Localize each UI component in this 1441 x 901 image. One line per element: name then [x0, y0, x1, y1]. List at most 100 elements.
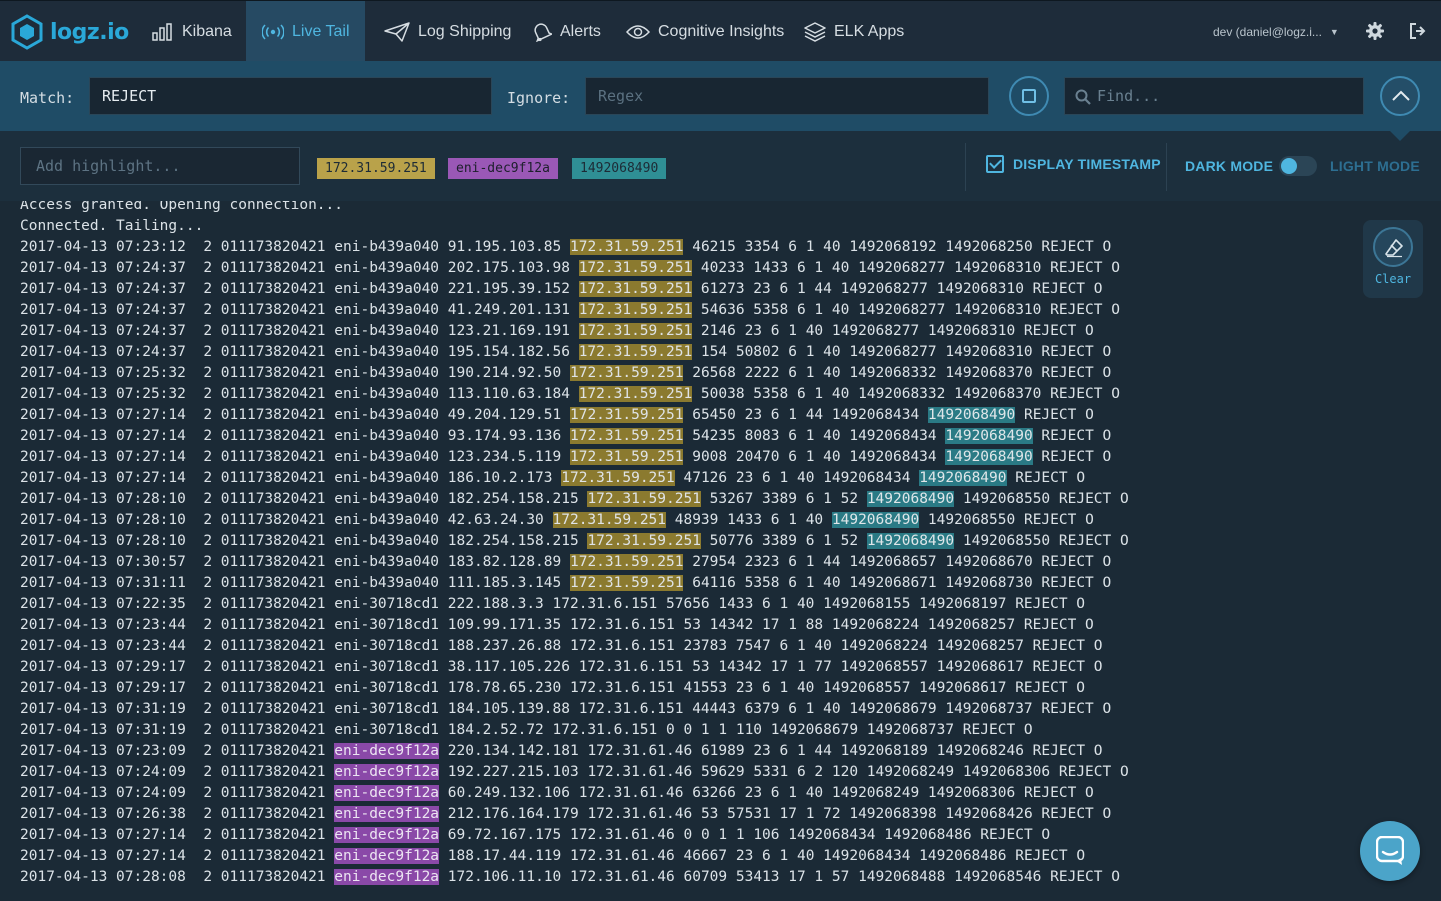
nav-item-label: ELK Apps: [834, 22, 905, 40]
highlight-match: eni-dec9f12a: [334, 848, 440, 864]
match-input[interactable]: [89, 77, 492, 115]
light-mode-label: LIGHT MODE: [1330, 158, 1420, 174]
log-status-line: Access granted. Opening connection...: [20, 201, 344, 213]
log-line: 2017-04-13 07:28:10 2 011173820421 eni-b…: [20, 533, 1129, 549]
nav-item-log-shipping[interactable]: Log Shipping: [384, 1, 511, 62]
switch-knob: [1281, 158, 1297, 174]
highlight-match: 172.31.59.251: [569, 428, 684, 444]
log-line: 2017-04-13 07:24:09 2 011173820421 eni-d…: [20, 785, 1094, 801]
nav-item-alerts[interactable]: Alerts: [532, 1, 601, 62]
nav-item-label: Kibana: [182, 22, 232, 40]
highlight-match: 172.31.59.251: [578, 386, 693, 402]
clear-label: Clear: [1374, 272, 1412, 286]
nav-item-label: Log Shipping: [418, 22, 512, 40]
highlight-match: 172.31.59.251: [587, 533, 701, 549]
highlight-match: eni-dec9f12a: [334, 743, 440, 759]
theme-switch[interactable]: [1279, 156, 1317, 176]
highlight-match: 172.31.59.251: [578, 281, 693, 297]
logo-text: logz.io: [50, 19, 129, 45]
divider: [1166, 143, 1167, 191]
chevron-down-icon: ▼: [1329, 26, 1339, 37]
highlight-match: 172.31.59.251: [569, 575, 684, 591]
highlight-match: 172.31.59.251: [587, 491, 701, 507]
log-line: 2017-04-13 07:27:14 2 011173820421 eni-b…: [20, 470, 1086, 486]
nav-item-label: Live Tail: [292, 22, 350, 40]
user-name: dev (daniel@logz.i...: [1213, 24, 1322, 39]
log-line: 2017-04-13 07:24:37 2 011173820421 eni-b…: [20, 323, 1094, 339]
log-line: 2017-04-13 07:27:14 2 011173820421 eni-b…: [20, 449, 1112, 465]
pointer-arrow: [1390, 131, 1410, 141]
highlight-match: 172.31.59.251: [569, 407, 684, 423]
log-line: 2017-04-13 07:26:38 2 011173820421 eni-d…: [20, 806, 1112, 822]
highlight-match: 172.31.59.251: [552, 512, 667, 528]
highlight-match: 1492068490: [919, 470, 1007, 486]
highlight-match: eni-dec9f12a: [334, 827, 440, 843]
broadcast-icon: [262, 23, 284, 40]
log-line: 2017-04-13 07:29:17 2 011173820421 eni-3…: [20, 659, 1103, 675]
bar-chart-icon: [152, 22, 172, 41]
highlight-match: 172.31.59.251: [569, 554, 684, 570]
highlight-bar: 172.31.59.251 eni-dec9f12a 1492068490 DI…: [0, 131, 1441, 201]
nav-item-label: Cognitive Insights: [658, 22, 785, 40]
eraser-icon: [1385, 239, 1403, 258]
log-line: 2017-04-13 07:31:19 2 011173820421 eni-3…: [20, 701, 1112, 717]
highlight-match: 172.31.59.251: [569, 365, 684, 381]
log-line: 2017-04-13 07:24:37 2 011173820421 eni-b…: [20, 281, 1103, 297]
log-line: 2017-04-13 07:30:57 2 011173820421 eni-b…: [20, 554, 1112, 570]
clear-button[interactable]: Clear: [1363, 220, 1423, 298]
nav-item-elk-apps[interactable]: ELK Apps: [804, 1, 904, 62]
nav-item-cognitive-insights[interactable]: Cognitive Insights: [626, 1, 784, 62]
gear-icon[interactable]: [1366, 22, 1384, 45]
highlight-match: 172.31.59.251: [569, 239, 684, 255]
collapse-button[interactable]: [1380, 76, 1420, 116]
ignore-input[interactable]: [585, 77, 989, 115]
log-line: 2017-04-13 07:25:32 2 011173820421 eni-b…: [20, 386, 1120, 402]
chat-icon: [1376, 836, 1404, 865]
log-line: 2017-04-13 07:23:44 2 011173820421 eni-3…: [20, 638, 1103, 654]
highlight-input[interactable]: [20, 147, 300, 185]
display-timestamp-label: DISPLAY TIMESTAMP: [1013, 156, 1161, 172]
highlight-match: 172.31.59.251: [578, 323, 693, 339]
find-input[interactable]: [1097, 78, 1357, 114]
highlight-match: 1492068490: [831, 512, 920, 528]
display-timestamp-toggle[interactable]: DISPLAY TIMESTAMP: [986, 155, 1161, 173]
highlight-match: eni-dec9f12a: [334, 764, 440, 780]
log-line: 2017-04-13 07:24:37 2 011173820421 eni-b…: [20, 302, 1120, 318]
chevron-up-icon: [1392, 90, 1410, 101]
log-line: 2017-04-13 07:31:11 2 011173820421 eni-b…: [20, 575, 1112, 591]
log-line: 2017-04-13 07:22:35 2 011173820421 eni-3…: [20, 596, 1086, 612]
logo[interactable]: logz.io: [10, 13, 129, 51]
nav-item-label: Alerts: [560, 22, 601, 40]
dark-mode-label: DARK MODE: [1185, 158, 1274, 174]
nav-item-kibana[interactable]: Kibana: [152, 1, 232, 62]
search-icon: [1075, 89, 1091, 105]
log-line: 2017-04-13 07:29:17 2 011173820421 eni-3…: [20, 680, 1086, 696]
highlight-match: eni-dec9f12a: [334, 869, 440, 885]
filter-bar: Match: Ignore:: [0, 61, 1441, 131]
log-output[interactable]: Access granted. Opening connection... Con…: [0, 201, 1441, 901]
log-line: 2017-04-13 07:24:37 2 011173820421 eni-b…: [20, 344, 1112, 360]
highlight-tag[interactable]: 172.31.59.251: [317, 158, 435, 179]
log-line: 2017-04-13 07:23:09 2 011173820421 eni-d…: [20, 743, 1103, 759]
paper-plane-icon: [384, 21, 410, 42]
bell-icon: [534, 22, 552, 42]
find-field[interactable]: [1064, 77, 1364, 115]
log-line: 2017-04-13 07:27:14 2 011173820421 eni-d…: [20, 827, 1051, 843]
log-line: 2017-04-13 07:24:37 2 011173820421 eni-b…: [20, 260, 1120, 276]
chat-button[interactable]: [1360, 821, 1420, 881]
highlight-tag[interactable]: eni-dec9f12a: [448, 158, 558, 179]
highlight-match: 1492068490: [866, 491, 955, 507]
stop-button[interactable]: [1009, 76, 1049, 116]
user-menu[interactable]: dev (daniel@logz.i... ▼: [1213, 1, 1339, 62]
stop-icon: [1022, 89, 1036, 103]
highlight-match: 1492068490: [927, 407, 1016, 423]
log-line: 2017-04-13 07:27:14 2 011173820421 eni-d…: [20, 848, 1086, 864]
highlight-tag[interactable]: 1492068490: [572, 158, 667, 179]
highlight-match: 1492068490: [945, 449, 1033, 465]
highlight-match: 172.31.59.251: [561, 470, 675, 486]
logout-icon[interactable]: [1409, 23, 1427, 44]
checkbox-checked-icon: [986, 155, 1004, 173]
layers-icon: [804, 21, 826, 42]
nav-item-live-tail[interactable]: Live Tail: [246, 1, 365, 62]
ignore-label: Ignore:: [507, 89, 571, 107]
